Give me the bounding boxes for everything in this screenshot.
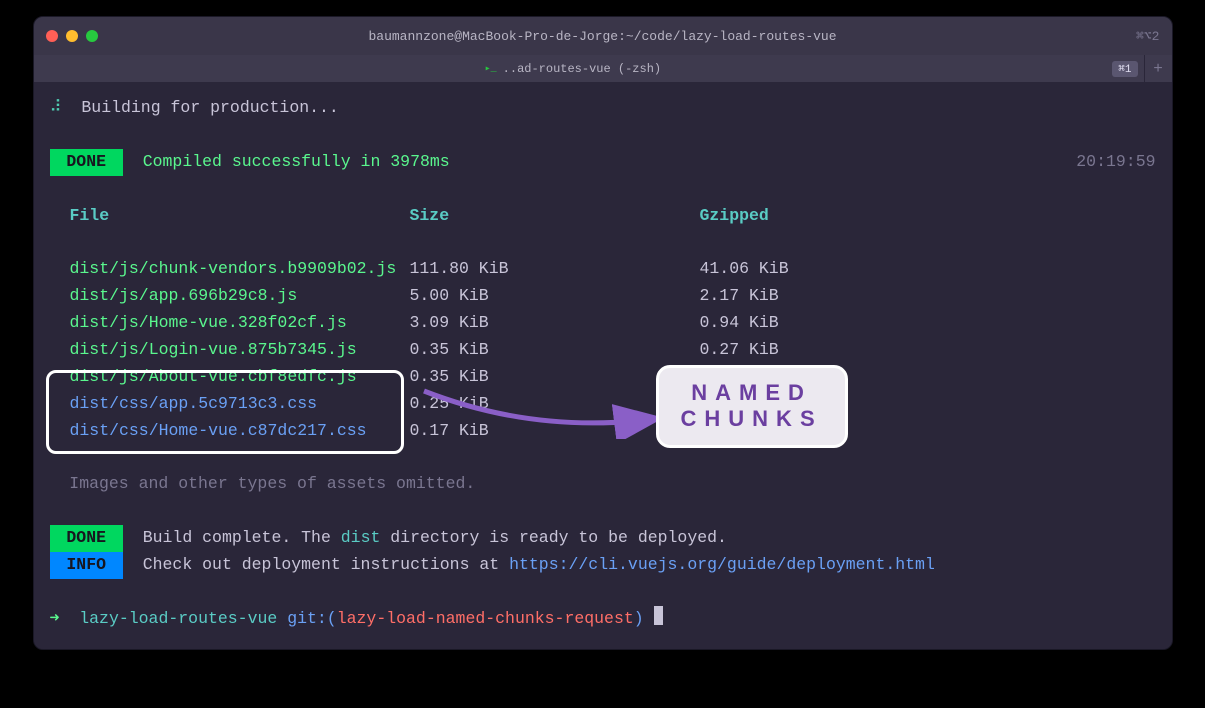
callout-line-2: CHUNKS xyxy=(681,406,823,432)
file-name: dist/js/Home-vue.328f02cf.js xyxy=(50,310,410,337)
new-tab-button[interactable]: + xyxy=(1144,55,1172,82)
cursor xyxy=(654,606,663,625)
maximize-button[interactable] xyxy=(86,30,98,42)
building-line: ⠼ Building for production... xyxy=(50,95,1156,122)
file-gzipped: 2.17 KiB xyxy=(700,283,779,310)
file-row: dist/js/Login-vue.875b7345.js0.35 KiB0.2… xyxy=(50,337,1156,364)
file-gzipped: 41.06 KiB xyxy=(700,256,789,283)
file-size: 0.35 KiB xyxy=(410,337,700,364)
tab-label: ..ad-routes-vue (-zsh) xyxy=(503,62,661,76)
build-text-2: directory is ready to be deployed. xyxy=(380,525,727,552)
terminal-window: baumannzone@MacBook-Pro-de-Jorge:~/code/… xyxy=(33,16,1173,650)
info-text: Check out deployment instructions at xyxy=(123,552,509,579)
done-badge: DONE xyxy=(50,149,123,176)
file-name: dist/css/app.5c9713c3.css xyxy=(50,391,410,418)
file-row: dist/js/Home-vue.328f02cf.js3.09 KiB0.94… xyxy=(50,310,1156,337)
window-title: baumannzone@MacBook-Pro-de-Jorge:~/code/… xyxy=(368,29,836,44)
file-row: dist/css/Home-vue.c87dc217.css0.17 KiB0.… xyxy=(50,418,1156,445)
traffic-lights xyxy=(46,30,98,42)
file-name: dist/js/Login-vue.875b7345.js xyxy=(50,337,410,364)
file-row: dist/js/chunk-vendors.b9909b02.js111.80 … xyxy=(50,256,1156,283)
compiled-line: DONE Compiled successfully in 3978ms 20:… xyxy=(50,149,1156,176)
close-button[interactable] xyxy=(46,30,58,42)
file-name: dist/js/app.696b29c8.js xyxy=(50,283,410,310)
file-row: dist/js/About-vue.cbf8edfc.js0.35 KiB0.2… xyxy=(50,364,1156,391)
prompt-arrow-icon: ➜ xyxy=(50,606,80,633)
compiled-text: Compiled successfully in 3978ms xyxy=(123,149,450,176)
prompt-git-label: git:( xyxy=(277,606,336,633)
header-file: File xyxy=(50,203,410,230)
named-chunks-callout: NAMED CHUNKS xyxy=(656,365,848,448)
tab-bar: ▸_ ..ad-routes-vue (-zsh) ⌘1 + xyxy=(34,55,1172,83)
tab-shortcut-badge: ⌘1 xyxy=(1112,61,1137,77)
omitted-text: Images and other types of assets omitted… xyxy=(50,471,476,498)
omitted-line: Images and other types of assets omitted… xyxy=(50,471,1156,498)
prompt-branch: lazy-load-named-chunks-request xyxy=(337,606,634,633)
deployment-link[interactable]: https://cli.vuejs.org/guide/deployment.h… xyxy=(509,552,935,579)
header-gzipped: Gzipped xyxy=(700,203,769,230)
file-gzipped: 0.27 KiB xyxy=(700,337,779,364)
info-line: INFO Check out deployment instructions a… xyxy=(50,552,1156,579)
prompt-path: lazy-load-routes-vue xyxy=(79,606,277,633)
spinner-icon: ⠼ xyxy=(50,95,62,122)
file-row: dist/css/app.5c9713c3.css0.25 KiB0.19 Ki… xyxy=(50,391,1156,418)
file-name: dist/css/Home-vue.c87dc217.css xyxy=(50,418,410,445)
timestamp: 20:19:59 xyxy=(1076,149,1155,176)
info-badge: INFO xyxy=(50,552,123,579)
file-gzipped: 0.94 KiB xyxy=(700,310,779,337)
callout-line-1: NAMED xyxy=(681,380,823,406)
titlebar-shortcut: ⌘⌥2 xyxy=(1136,29,1159,44)
file-name: dist/js/About-vue.cbf8edfc.js xyxy=(50,364,410,391)
file-row: dist/js/app.696b29c8.js5.00 KiB2.17 KiB xyxy=(50,283,1156,310)
header-size: Size xyxy=(410,203,700,230)
done-badge-2: DONE xyxy=(50,525,123,552)
file-size: 5.00 KiB xyxy=(410,283,700,310)
prompt-git-close: ) xyxy=(634,606,654,633)
building-text: Building for production... xyxy=(62,95,339,122)
terminal-tab[interactable]: ▸_ ..ad-routes-vue (-zsh) xyxy=(34,55,1113,82)
table-header: File Size Gzipped xyxy=(50,203,1156,230)
prompt-line: ➜ lazy-load-routes-vue git:( lazy-load-n… xyxy=(50,606,1156,633)
window-titlebar: baumannzone@MacBook-Pro-de-Jorge:~/code/… xyxy=(34,17,1172,55)
terminal-body[interactable]: ⠼ Building for production... DONE Compil… xyxy=(34,83,1172,649)
terminal-icon: ▸_ xyxy=(485,63,497,75)
file-size: 111.80 KiB xyxy=(410,256,700,283)
file-name: dist/js/chunk-vendors.b9909b02.js xyxy=(50,256,410,283)
file-size: 3.09 KiB xyxy=(410,310,700,337)
dist-word: dist xyxy=(341,525,381,552)
minimize-button[interactable] xyxy=(66,30,78,42)
build-complete-line: DONE Build complete. The dist directory … xyxy=(50,525,1156,552)
build-text-1: Build complete. The xyxy=(123,525,341,552)
